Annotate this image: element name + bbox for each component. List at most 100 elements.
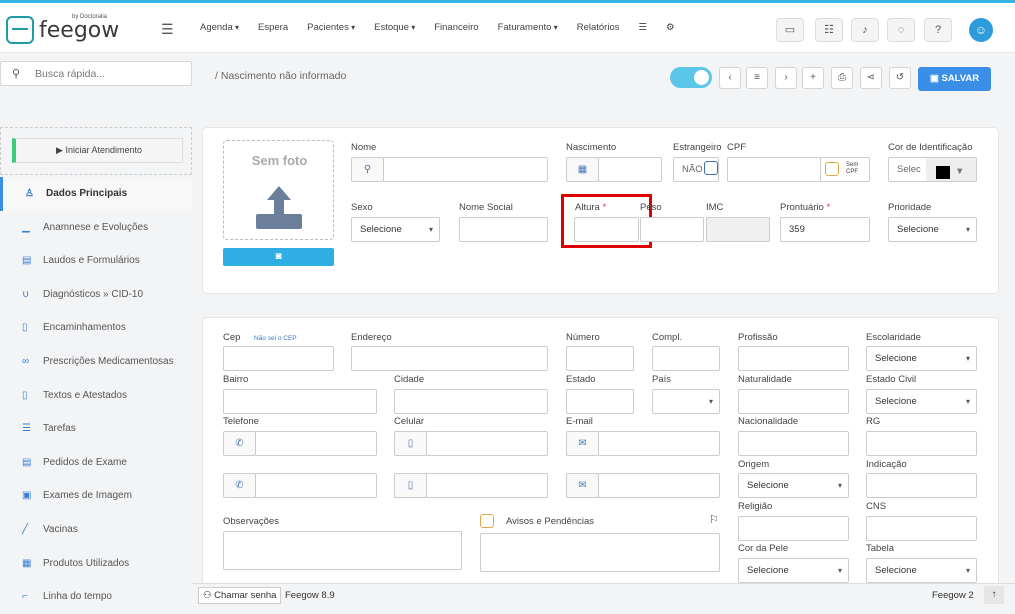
bairro-input[interactable] <box>223 389 377 414</box>
clipboard-icon: ▤ <box>22 255 32 267</box>
cpf-input[interactable] <box>727 157 821 182</box>
religiao-input[interactable] <box>738 516 849 541</box>
indicacao-label: Indicação <box>866 459 907 470</box>
version-text: Feegow 8.9 <box>285 590 335 601</box>
sidebar-item-linha[interactable]: ⌐ Linha do tempo <box>0 580 192 614</box>
save-button[interactable]: ▣ SALVAR <box>918 67 991 91</box>
cep-input[interactable] <box>223 346 334 371</box>
observacoes-textarea[interactable] <box>223 531 462 570</box>
compl-label: Compl. <box>652 332 683 343</box>
calendar-icon[interactable]: ▦ <box>566 157 599 182</box>
cns-input[interactable] <box>866 516 977 541</box>
sidebar-item-vacinas[interactable]: ╱ Vacinas <box>0 513 192 547</box>
telefone-input[interactable] <box>255 431 377 456</box>
sidebar-item-encaminhamentos[interactable]: ▯ Encaminhamentos <box>0 311 192 345</box>
sidebar-item-anamnese[interactable]: ▁ Anamnese e Evoluções <box>0 211 192 245</box>
sidebar-item-pedidos[interactable]: ▤ Pedidos de Exame <box>0 446 192 480</box>
quick-search-input[interactable]: ⚲ Busca rápida... <box>0 61 192 86</box>
next-icon[interactable]: › <box>775 67 797 89</box>
database-icon[interactable]: ☰ <box>639 22 648 33</box>
cor-pele-select[interactable]: Selecione <box>738 558 849 583</box>
numero-input[interactable] <box>566 346 634 371</box>
settings-icon[interactable]: ⚙ <box>666 22 675 33</box>
profissao-input[interactable] <box>738 346 849 371</box>
nome-input[interactable] <box>383 157 548 182</box>
estrangeiro-checkbox[interactable] <box>704 161 718 175</box>
nome-social-input[interactable] <box>459 217 548 242</box>
celular-input[interactable] <box>426 431 548 456</box>
photo-placeholder[interactable]: Sem foto <box>223 140 334 240</box>
prontuario-input[interactable]: 359 <box>780 217 870 242</box>
cidade-input[interactable] <box>394 389 548 414</box>
menu-pacientes[interactable]: Pacientes <box>307 22 355 33</box>
start-attendance-button[interactable]: ▶ Iniciar Atendimento <box>12 138 183 163</box>
sidebar-item-produtos[interactable]: ▦ Produtos Utilizados <box>0 547 192 581</box>
nascimento-input[interactable] <box>598 157 662 182</box>
endereco-input[interactable] <box>351 346 548 371</box>
rg-input[interactable] <box>866 431 977 456</box>
top-navbar: by Doctoralia feegow ☰ Agenda Espera Pac… <box>0 3 1015 53</box>
prioridade-select[interactable]: Selecione <box>888 217 977 242</box>
origem-select[interactable]: Selecione <box>738 473 849 498</box>
compl-input[interactable] <box>652 346 720 371</box>
sidebar-item-diagnosticos[interactable]: ∪ Diagnósticos » CID-10 <box>0 278 192 312</box>
checklist-icon[interactable]: ☷ <box>815 18 843 42</box>
indicacao-input[interactable] <box>866 473 977 498</box>
sidebar-item-dados[interactable]: ♙ Dados Principais <box>0 177 192 211</box>
tabela-select[interactable]: Selecione <box>866 558 977 583</box>
telefone2-input[interactable] <box>255 473 377 498</box>
sidebar-item-label: Textos e Atestados <box>43 389 127 401</box>
sidebar-item-prescricoes[interactable]: ∞ Prescrições Medicamentosas <box>0 345 192 379</box>
flag-icon[interactable]: ⚐ <box>709 513 719 526</box>
avisos-textarea[interactable] <box>480 533 720 572</box>
naturalidade-input[interactable] <box>738 389 849 414</box>
search-icon[interactable]: ⚲ <box>351 157 384 182</box>
prev-icon[interactable]: ‹ <box>719 67 741 89</box>
inbox-icon[interactable]: ▭ <box>776 18 804 42</box>
menu-relatorios[interactable]: Relatórios <box>577 22 620 33</box>
menu-faturamento[interactable]: Faturamento <box>498 22 558 33</box>
email-input[interactable] <box>598 431 720 456</box>
peso-input[interactable] <box>640 217 704 242</box>
phone-icon: ✆ <box>223 473 256 498</box>
chamar-senha-button[interactable]: ⚇ Chamar senha <box>198 587 282 604</box>
syringe-icon: ╱ <box>22 523 29 535</box>
nao-sei-cep-link[interactable]: Não sei o CEP <box>254 335 297 342</box>
hamburger-menu-icon[interactable]: ☰ <box>161 21 174 38</box>
color-picker[interactable] <box>926 158 976 181</box>
celular2-input[interactable] <box>426 473 548 498</box>
sidebar-item-label: Encaminhamentos <box>43 322 126 334</box>
help-icon[interactable]: ? <box>924 18 952 42</box>
camera-button[interactable]: ◙ <box>223 248 334 266</box>
sem-cpf-checkbox[interactable] <box>825 162 839 176</box>
pais-select[interactable] <box>652 389 720 414</box>
email2-input[interactable] <box>598 473 720 498</box>
chat-icon[interactable]: ◌ <box>887 18 915 42</box>
add-icon[interactable]: + <box>802 67 824 89</box>
share-icon[interactable]: ⋖ <box>860 67 882 89</box>
user-avatar[interactable]: ☺ <box>969 18 993 42</box>
estado-civil-select[interactable]: Selecione <box>866 389 977 414</box>
feegow-logo[interactable]: by Doctoralia feegow <box>6 14 119 46</box>
sidebar-item-exames[interactable]: ▣ Exames de Imagem <box>0 479 192 513</box>
status-toggle[interactable] <box>670 67 712 88</box>
menu-financeiro[interactable]: Financeiro <box>434 22 478 33</box>
rg-label: RG <box>866 416 881 427</box>
list-icon[interactable]: ≡ <box>746 67 768 89</box>
sexo-select[interactable]: Selecione <box>351 217 440 242</box>
history-icon[interactable]: ↺ <box>889 67 911 89</box>
escolaridade-select[interactable]: Selecione <box>866 346 977 371</box>
nacionalidade-input[interactable] <box>738 431 849 456</box>
sidebar-item-textos[interactable]: ▯ Textos e Atestados <box>0 379 192 413</box>
sidebar-item-tarefas[interactable]: ☰ Tarefas <box>0 412 192 446</box>
print-icon[interactable]: ⎙ <box>831 67 853 89</box>
sidebar-item-laudos[interactable]: ▤ Laudos e Formulários <box>0 244 192 278</box>
scroll-top-icon[interactable]: ↑ <box>984 586 1004 604</box>
menu-estoque[interactable]: Estoque <box>374 22 415 33</box>
menu-espera[interactable]: Espera <box>258 22 288 33</box>
avisos-checkbox[interactable] <box>480 514 494 528</box>
bairro-label: Bairro <box>223 374 249 385</box>
estado-input[interactable] <box>566 389 634 414</box>
menu-agenda[interactable]: Agenda <box>200 22 239 33</box>
bell-icon[interactable]: ♪ <box>851 18 879 42</box>
